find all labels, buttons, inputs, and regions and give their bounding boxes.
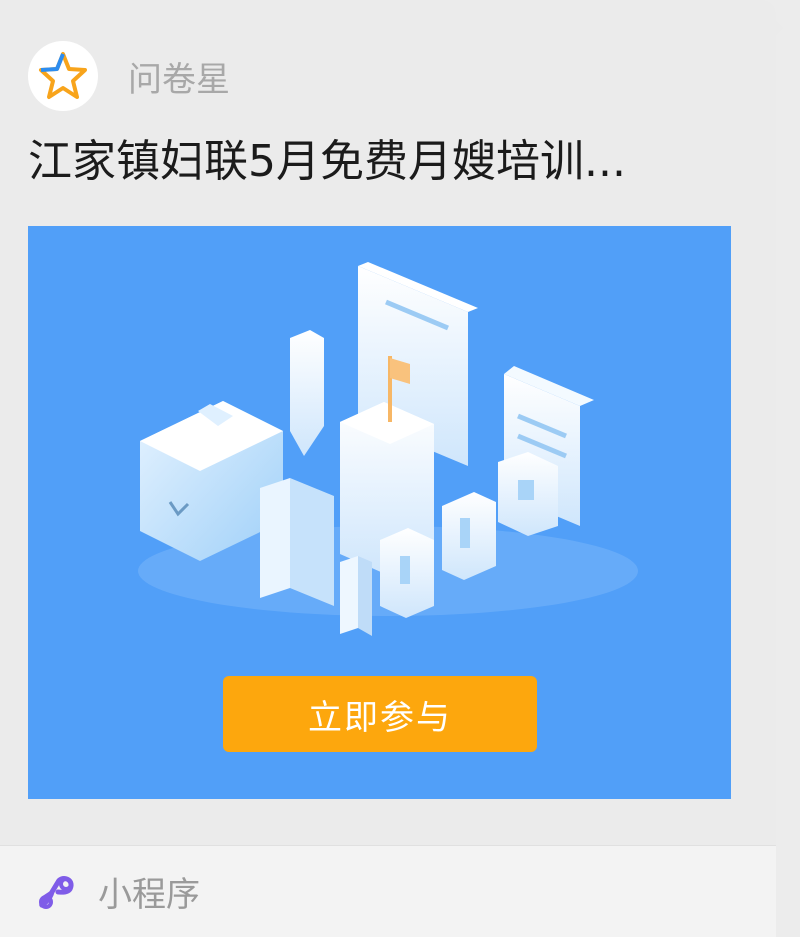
mini-program-label: 小程序 (98, 875, 200, 915)
app-header: 问卷星 (28, 40, 230, 112)
mini-program-icon (39, 875, 74, 909)
star-logo-icon (39, 52, 87, 99)
survey-illustration (138, 262, 638, 636)
join-now-button[interactable]: 立即参与 (223, 676, 537, 752)
message-card[interactable]: 问卷星 江家镇妇联5月免费月嫂培训... 立即参与 小程序 (0, 0, 776, 937)
app-name: 问卷星 (128, 59, 230, 100)
card-title[interactable]: 江家镇妇联5月免费月嫂培训... (28, 130, 748, 194)
app-logo (28, 41, 98, 111)
card-banner[interactable]: 立即参与 (28, 226, 731, 799)
bubble-tail (772, 16, 784, 40)
card-footer: 小程序 (0, 846, 776, 937)
